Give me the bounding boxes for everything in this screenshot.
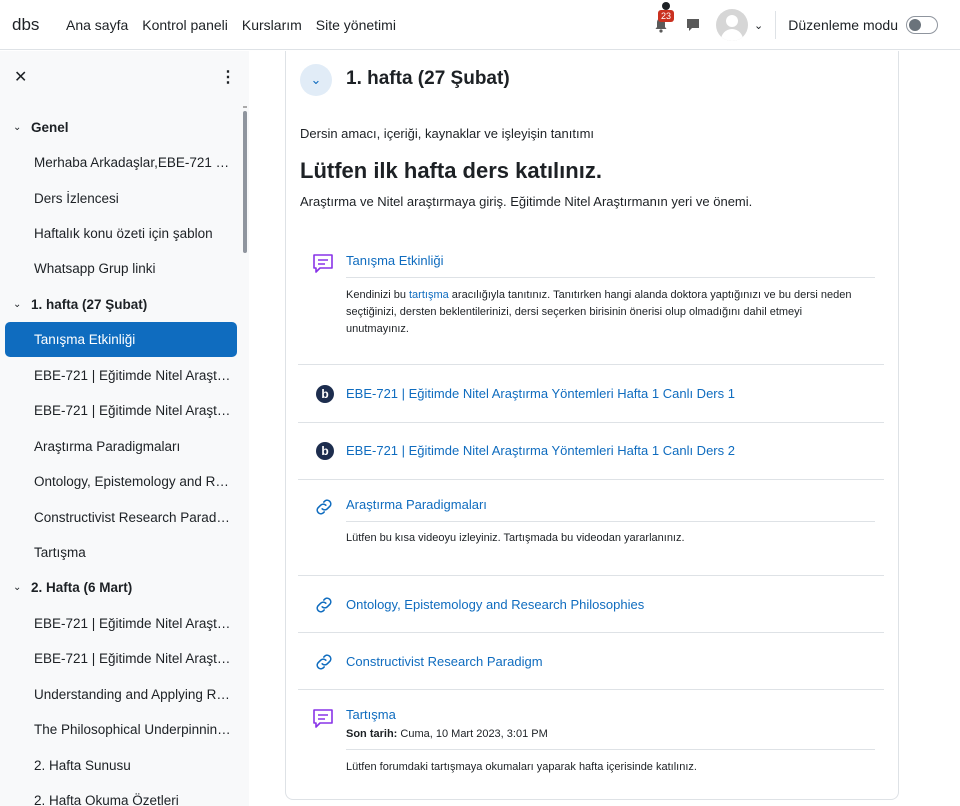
activity-description: Lütfen forumdaki tartışmaya okumaları ya… xyxy=(346,761,697,773)
activity-separator xyxy=(298,422,884,423)
close-drawer-icon[interactable]: ✕ xyxy=(14,67,27,87)
course-index-item[interactable]: EBE-721 | Eğitimde Nitel Araştırma Yönte… xyxy=(5,393,237,428)
drawer-header: ✕ ⋮ xyxy=(0,51,249,103)
course-index-section-genel[interactable]: ⌄ Genel xyxy=(5,110,237,145)
section-card: ⌄ 1. hafta (27 Şubat) Dersin amacı, içer… xyxy=(285,51,899,800)
activity-due-date: Son tarih: Cuma, 10 Mart 2023, 3:01 PM xyxy=(346,728,548,740)
activity-description: Kendinizi bu tartışma aracılığıyla tanıt… xyxy=(346,289,852,335)
notification-dot xyxy=(662,2,671,10)
chevron-down-icon[interactable]: ⌄ xyxy=(13,582,25,593)
activity-link-live-lesson-2[interactable]: EBE-721 | Eğitimde Nitel Araştırma Yönte… xyxy=(346,443,735,458)
course-index-item[interactable]: Ontology, Epistemology and Research Phil… xyxy=(5,464,237,499)
activity-divider xyxy=(346,521,875,522)
activity-link-ontology[interactable]: Ontology, Epistemology and Research Phil… xyxy=(346,597,644,612)
navbar-divider xyxy=(775,11,777,39)
drawer-scrollbar[interactable] xyxy=(243,111,247,253)
course-index-item[interactable]: EBE-721 | Eğitimde Nitel Araştırma Yönte… xyxy=(5,641,237,676)
nav-home[interactable]: Ana sayfa xyxy=(66,17,128,33)
activity-separator xyxy=(298,689,884,690)
activity-divider xyxy=(346,277,875,278)
chevron-down-icon[interactable]: ⌄ xyxy=(13,122,25,133)
nav-dashboard[interactable]: Kontrol paneli xyxy=(142,17,228,33)
course-index-item[interactable]: Whatsapp Grup linki xyxy=(5,251,237,286)
activity-separator xyxy=(298,479,884,480)
url-link-icon xyxy=(311,494,337,520)
nav-my-courses[interactable]: Kurslarım xyxy=(242,17,302,33)
course-index-item[interactable]: Araştırma Paradigmaları xyxy=(5,429,237,464)
course-index-item[interactable]: Understanding and Applying Research Para… xyxy=(5,677,237,712)
course-index-item[interactable]: Merhaba Arkadaşlar,EBE-721 Eğitimde Nite… xyxy=(5,145,237,180)
messages-button[interactable] xyxy=(682,14,704,36)
activity-link-tanisma[interactable]: Tanışma Etkinliği xyxy=(346,253,444,268)
course-index-section-week1[interactable]: ⌄ 1. hafta (27 Şubat) xyxy=(5,287,237,322)
collapse-section-chevron-icon[interactable]: ⌄ xyxy=(300,64,332,96)
bigbluebutton-icon: b xyxy=(312,381,338,407)
edit-mode-toggle[interactable] xyxy=(906,16,938,34)
course-index-item[interactable]: Haftalık konu özeti için şablon xyxy=(5,216,237,251)
course-index-item[interactable]: Constructivist Research Paradigm xyxy=(5,500,237,535)
activity-separator xyxy=(298,364,884,365)
activity-link-constructivist[interactable]: Constructivist Research Paradigm xyxy=(346,654,543,669)
course-index-item[interactable]: EBE-721 | Eğitimde Nitel Araştırma Yönte… xyxy=(5,358,237,393)
forum-icon xyxy=(310,706,336,732)
activity-description: Lütfen bu kısa videoyu izleyiniz. Tartış… xyxy=(346,532,685,544)
section-title[interactable]: 1. hafta (27 Şubat) xyxy=(346,68,510,90)
notifications-button[interactable]: 23 xyxy=(650,2,675,36)
forum-icon xyxy=(310,251,336,277)
activity-separator xyxy=(298,575,884,576)
course-index-item[interactable]: Ders İzlencesi xyxy=(5,181,237,216)
url-link-icon xyxy=(311,592,337,618)
section-summary-text: Araştırma ve Nitel araştırmaya giriş. Eğ… xyxy=(300,194,753,209)
user-avatar[interactable] xyxy=(716,9,749,41)
edit-mode-label: Düzenleme modu xyxy=(788,17,898,33)
course-index-item-active[interactable]: Tanışma Etkinliği xyxy=(5,322,237,357)
more-options-icon[interactable]: ⋮ xyxy=(220,67,236,87)
activity-separator xyxy=(298,632,884,633)
main-content: ⌄ 1. hafta (27 Şubat) Dersin amacı, içer… xyxy=(249,51,960,806)
section-summary-intro: Dersin amacı, içeriği, kaynaklar ve işle… xyxy=(300,126,595,141)
scrollbar-arrow xyxy=(243,106,247,108)
top-navbar: dbs Ana sayfa Kontrol paneli Kurslarım S… xyxy=(0,0,960,50)
activity-link-paradigmalar[interactable]: Araştırma Paradigmaları xyxy=(346,497,487,512)
forum-inline-link[interactable]: tartışma xyxy=(409,289,449,301)
course-index-item[interactable]: EBE-721 | Eğitimde Nitel Araştırma Yönte… xyxy=(5,606,237,641)
chat-icon xyxy=(687,19,700,31)
user-menu-chevron-down-icon[interactable]: ⌄ xyxy=(754,19,763,32)
course-index-item[interactable]: Tartışma xyxy=(5,535,237,570)
activity-link-tartisma[interactable]: Tartışma xyxy=(346,707,396,722)
site-brand[interactable]: dbs xyxy=(12,15,66,35)
nav-site-admin[interactable]: Site yönetimi xyxy=(316,17,396,33)
bigbluebutton-icon: b xyxy=(312,438,338,464)
section-summary-heading: Lütfen ilk hafta ders katılınız. xyxy=(300,158,602,183)
course-index-item[interactable]: 2. Hafta Sunusu xyxy=(5,748,237,783)
course-index-section-week2[interactable]: ⌄ 2. Hafta (6 Mart) xyxy=(5,570,237,605)
activity-link-live-lesson-1[interactable]: EBE-721 | Eğitimde Nitel Araştırma Yönte… xyxy=(346,386,735,401)
url-link-icon xyxy=(311,649,337,675)
course-index-item[interactable]: 2. Hafta Okuma Özetleri xyxy=(5,783,237,806)
notification-count-badge: 23 xyxy=(658,10,675,22)
course-index-item[interactable]: The Philosophical Underpinnings of Educa… xyxy=(5,712,237,747)
chevron-down-icon[interactable]: ⌄ xyxy=(13,299,25,310)
course-index-drawer: ✕ ⋮ ⌄ Genel Merhaba Arkadaşlar,EBE-721 E… xyxy=(0,51,249,806)
activity-divider xyxy=(346,749,875,750)
